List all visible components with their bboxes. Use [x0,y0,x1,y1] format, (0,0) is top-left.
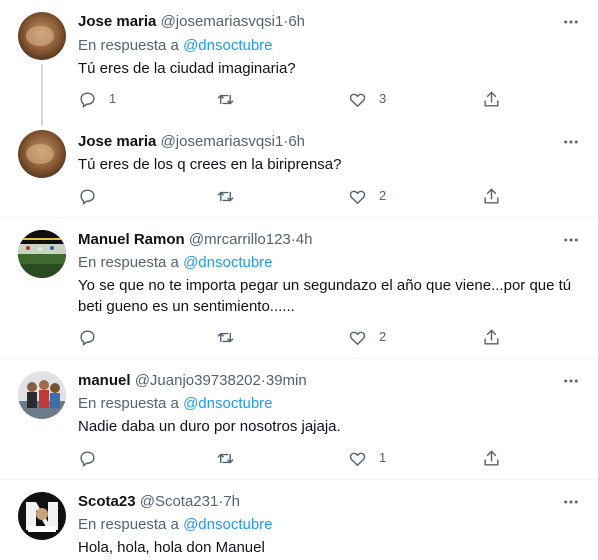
tweet[interactable]: manuel @Juanjo39738202·39min En respuest… [0,359,598,479]
more-icon[interactable] [562,13,580,31]
thread-line [41,64,43,126]
avatar[interactable] [18,492,66,540]
tweet-actions: 1 [78,448,508,468]
reply-button[interactable] [78,186,109,206]
tweet-header: Scota23 @Scota231·7h [78,492,240,512]
reply-button[interactable]: 1 [78,89,116,109]
tweet-header: manuel @Juanjo39738202·39min [78,371,307,391]
retweet-icon [216,328,235,347]
like-count: 1 [379,450,387,465]
retweet-icon [216,90,235,109]
timestamp[interactable]: 6h [288,133,305,150]
tweet[interactable]: Scota23 @Scota231·7h En respuesta a @dns… [0,480,598,560]
timestamp[interactable]: 39min [266,372,307,389]
tweet-actions: 2 [78,327,508,347]
avatar[interactable] [18,130,66,178]
tweet-header: Jose maria @josemariasvqsi1·6h [78,12,305,32]
retweet-button[interactable] [216,186,247,206]
tweet-text: Hola, hola, hola don Manuel [78,539,265,556]
heart-icon [348,90,367,109]
like-button[interactable]: 1 [348,448,386,468]
tweet-actions: 1 3 [78,89,508,109]
like-count: 2 [379,188,387,203]
tweet-text-line: beti gueno es un sentimiento...... [78,298,295,315]
share-button[interactable] [482,448,501,468]
timestamp[interactable]: 6h [288,13,305,30]
share-button[interactable] [482,186,501,206]
mention-link[interactable]: @dnsoctubre [183,254,272,271]
reply-button[interactable] [78,448,109,468]
retweet-icon [216,449,235,468]
tweet-actions: 2 [78,186,508,206]
author-handle[interactable]: @josemariasvqsi1 [161,13,284,30]
avatar[interactable] [18,230,66,278]
reply-prefix: En respuesta a [78,395,179,412]
author-handle[interactable]: @mrcarrillo123 [189,231,291,248]
share-button[interactable] [482,89,501,109]
tweet-text: Tú eres de los q crees en la biriprensa? [78,156,342,173]
author-name[interactable]: manuel [78,372,131,389]
mention-link[interactable]: @dnsoctubre [183,37,272,54]
like-count: 3 [379,91,387,106]
more-icon[interactable] [562,231,580,249]
tweet-header: Jose maria @josemariasvqsi1·6h [78,132,305,152]
more-icon[interactable] [562,493,580,511]
retweet-icon [216,187,235,206]
more-icon[interactable] [562,133,580,151]
author-name[interactable]: Jose maria [78,133,156,150]
avatar[interactable] [18,371,66,419]
reply-prefix: En respuesta a [78,37,179,54]
like-button[interactable]: 2 [348,186,386,206]
author-handle[interactable]: @josemariasvqsi1 [161,133,284,150]
reply-icon [78,449,97,468]
heart-icon [348,187,367,206]
reply-prefix: En respuesta a [78,254,179,271]
reply-prefix: En respuesta a [78,516,179,533]
timestamp[interactable]: 7h [223,493,240,510]
tweet-text: Tú eres de la ciudad imaginaria? [78,60,296,77]
tweet-text-line: Yo se que no te importa pegar un segunda… [78,277,572,294]
tweet[interactable]: Jose maria @josemariasvqsi1·6h Tú eres d… [0,120,598,217]
reply-count: 1 [109,91,117,106]
like-button[interactable]: 2 [348,327,386,347]
like-count: 2 [379,329,387,344]
mention-link[interactable]: @dnsoctubre [183,516,272,533]
author-handle[interactable]: @Juanjo39738202 [135,372,261,389]
tweet[interactable]: Jose maria @josemariasvqsi1·6h En respue… [0,0,598,126]
share-icon [482,187,501,206]
mention-link[interactable]: @dnsoctubre [183,395,272,412]
more-icon[interactable] [562,372,580,390]
author-name[interactable]: Scota23 [78,493,136,510]
like-button[interactable]: 3 [348,89,386,109]
retweet-button[interactable] [216,89,247,109]
tweet-text: Nadie daba un duro por nosotros jajaja. [78,418,341,435]
reply-icon [78,90,97,109]
reply-icon [78,187,97,206]
tweet-header: Manuel Ramon @mrcarrillo123·4h [78,230,312,250]
share-icon [482,328,501,347]
reply-context: En respuesta a @dnsoctubre [78,253,273,273]
reply-icon [78,328,97,347]
avatar[interactable] [18,12,66,60]
timestamp[interactable]: 4h [296,231,313,248]
tweet-text: Yo se que no te importa pegar un segunda… [78,275,578,317]
reply-context: En respuesta a @dnsoctubre [78,36,273,56]
author-name[interactable]: Manuel Ramon [78,231,185,248]
retweet-button[interactable] [216,327,247,347]
reply-context: En respuesta a @dnsoctubre [78,394,273,414]
tweet[interactable]: Manuel Ramon @mrcarrillo123·4h En respue… [0,218,598,358]
heart-icon [348,328,367,347]
retweet-button[interactable] [216,448,247,468]
author-handle[interactable]: @Scota231 [140,493,219,510]
share-button[interactable] [482,327,501,347]
heart-icon [348,449,367,468]
reply-context: En respuesta a @dnsoctubre [78,515,273,535]
reply-button[interactable] [78,327,109,347]
share-icon [482,449,501,468]
share-icon [482,90,501,109]
author-name[interactable]: Jose maria [78,13,156,30]
